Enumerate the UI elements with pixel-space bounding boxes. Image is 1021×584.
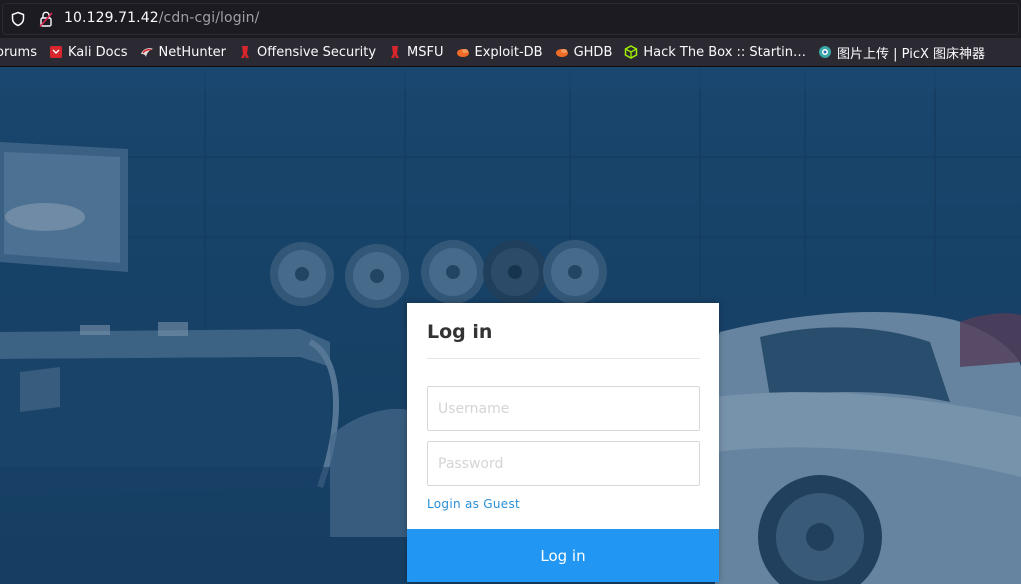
bookmark-ghdb[interactable]: GHDB	[555, 44, 613, 60]
bookmark-label: NetHunter	[158, 44, 227, 60]
bookmark-label: Kali Docs	[67, 44, 128, 60]
login-as-guest-link[interactable]: Login as Guest	[427, 497, 520, 511]
login-button[interactable]: Log in	[407, 529, 719, 582]
username-input[interactable]	[427, 386, 700, 431]
ghdb-icon	[555, 49, 568, 57]
msfu-icon	[391, 46, 400, 58]
bookmark-label: MSFU	[407, 44, 444, 60]
bookmark-label: orums	[0, 44, 37, 60]
bookmark-nethunter[interactable]: NetHunter	[140, 44, 227, 60]
url-bar[interactable]: 10.129.71.42/cdn-cgi/login/	[0, 0, 1021, 38]
bookmarks-toolbar: orums Kali Docs NetHunter Offensive Secu…	[0, 38, 1021, 67]
bookmark-exploit-db[interactable]: Exploit-DB	[456, 45, 543, 60]
login-card: Log in Login as Guest Log in	[407, 303, 719, 582]
title-divider	[427, 358, 700, 359]
offsec-icon	[241, 46, 250, 58]
bookmark-label: 图片上传 | PicX 图床神器	[837, 46, 986, 62]
tracking-protection-shield-icon[interactable]	[10, 11, 26, 27]
url-path: /cdn-cgi/login/	[158, 10, 260, 26]
bookmark-forums[interactable]: orums	[0, 45, 37, 60]
bookmark-hack-the-box[interactable]: Hack The Box :: Startin…	[624, 45, 806, 60]
insecure-lock-icon[interactable]	[38, 10, 54, 28]
bookmark-label: GHDB	[573, 44, 613, 60]
bookmark-offensive-security[interactable]: Offensive Security	[238, 45, 376, 60]
bookmark-msfu[interactable]: MSFU	[388, 44, 444, 60]
nethunter-icon	[140, 48, 153, 57]
kali-docs-icon	[49, 46, 62, 58]
password-input[interactable]	[427, 441, 700, 486]
exploitdb-icon	[456, 49, 469, 57]
url-text[interactable]: 10.129.71.42/cdn-cgi/login/	[64, 10, 259, 26]
picx-icon	[819, 46, 832, 58]
bookmark-label: Exploit-DB	[474, 44, 543, 60]
htb-cube-icon	[625, 45, 638, 59]
bookmark-picx[interactable]: 图片上传 | PicX 图床神器	[818, 43, 985, 62]
url-host: 10.129.71.42	[64, 10, 159, 26]
login-title: Log in	[427, 321, 493, 343]
bookmark-kali-docs[interactable]: Kali Docs	[49, 45, 128, 60]
bookmark-label: Offensive Security	[257, 44, 377, 60]
bookmark-label: Hack The Box :: Startin…	[643, 44, 807, 60]
